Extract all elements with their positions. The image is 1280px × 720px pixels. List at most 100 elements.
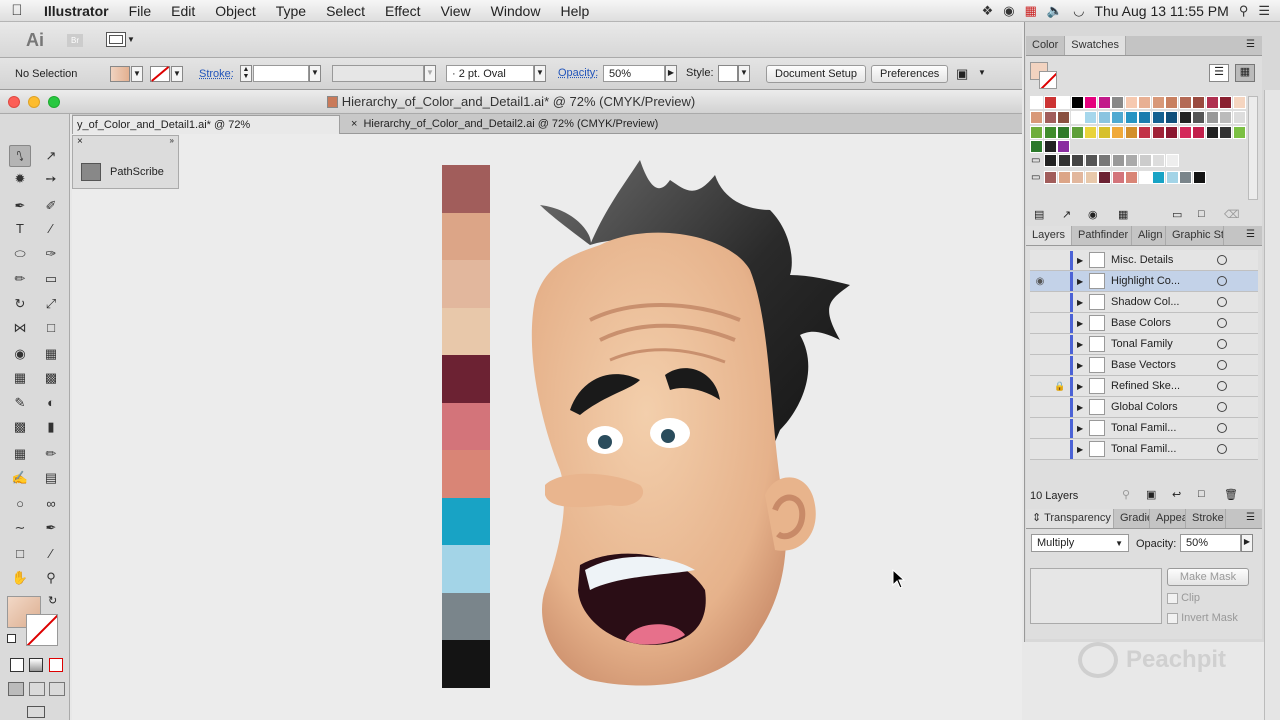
selected-stroke-swatch[interactable] bbox=[1039, 71, 1057, 89]
fill-swatch[interactable] bbox=[110, 66, 130, 82]
swatch[interactable] bbox=[1124, 96, 1138, 109]
swatch[interactable] bbox=[1111, 154, 1125, 167]
symbol-sprayer-tool-icon[interactable]: ▩ bbox=[9, 416, 31, 438]
new-layer-icon[interactable]: □ bbox=[1198, 488, 1205, 500]
invert-mask-box[interactable] bbox=[1167, 612, 1178, 624]
gradient-tool-icon[interactable]: ▩ bbox=[40, 367, 62, 389]
stroke-swatch[interactable] bbox=[150, 66, 170, 82]
shape-builder-tool-icon[interactable]: ◉ bbox=[9, 343, 31, 365]
layer-row[interactable]: ▶ Tonal Famil... bbox=[1030, 418, 1258, 439]
blob-brush-tool-icon[interactable]: ○ bbox=[9, 493, 31, 515]
disclosure-triangle-icon[interactable]: ▶ bbox=[1077, 319, 1089, 328]
disclosure-triangle-icon[interactable]: ▶ bbox=[1077, 277, 1089, 286]
panel-menu-icon[interactable]: ☰ bbox=[1246, 39, 1255, 50]
swatch[interactable] bbox=[1138, 96, 1151, 109]
swatch[interactable] bbox=[1178, 111, 1192, 124]
swatch[interactable] bbox=[1111, 96, 1124, 109]
make-mask-button[interactable]: Make Mask bbox=[1167, 568, 1249, 586]
swatch[interactable] bbox=[1097, 96, 1111, 109]
rotate-tool-icon[interactable]: ↻ bbox=[9, 293, 31, 315]
layer-name[interactable]: Tonal Famil... bbox=[1111, 443, 1211, 455]
layer-row[interactable]: ▶ Misc. Details bbox=[1030, 250, 1258, 271]
pencil-tool-icon[interactable]: ✏ bbox=[9, 268, 31, 290]
panel-menu-icon[interactable]: ☰ bbox=[1246, 229, 1255, 240]
transparency-opacity-arrow[interactable]: ▶ bbox=[1241, 534, 1253, 552]
swatch[interactable] bbox=[1111, 126, 1124, 139]
swap-colors-icon[interactable]: ↻ bbox=[48, 594, 57, 607]
swatches-scrollbar[interactable] bbox=[1248, 96, 1258, 200]
menu-window[interactable]: Window bbox=[481, 0, 551, 22]
target-circle-icon[interactable] bbox=[1217, 360, 1227, 370]
swatch[interactable] bbox=[1138, 154, 1152, 167]
swatch[interactable] bbox=[1219, 111, 1232, 124]
delete-layer-icon[interactable]: 🗑 bbox=[1224, 488, 1238, 501]
opacity-field[interactable]: 50% bbox=[603, 65, 665, 82]
disclosure-triangle-icon[interactable]: ▶ bbox=[1077, 361, 1089, 370]
close-tab-icon[interactable]: × bbox=[351, 118, 357, 130]
stroke-weight-dropdown[interactable]: ▼ bbox=[309, 65, 321, 82]
swatch[interactable] bbox=[1057, 154, 1071, 167]
palette-chip[interactable] bbox=[442, 450, 490, 498]
swatch[interactable] bbox=[1124, 126, 1138, 139]
stroke-weight-field[interactable] bbox=[253, 65, 309, 82]
swatch[interactable] bbox=[1084, 96, 1097, 109]
swatch[interactable] bbox=[1192, 171, 1206, 184]
swatch[interactable] bbox=[1124, 111, 1138, 124]
swatch[interactable] bbox=[1098, 171, 1111, 184]
swatch[interactable] bbox=[1070, 111, 1084, 124]
brush-dropdown[interactable]: ▼ bbox=[534, 65, 546, 82]
disclosure-triangle-icon[interactable]: ▶ bbox=[1077, 340, 1089, 349]
palette-chip[interactable] bbox=[442, 355, 490, 403]
swatch[interactable] bbox=[1070, 126, 1084, 139]
palette-chip[interactable] bbox=[442, 497, 490, 546]
clip-box[interactable] bbox=[1167, 592, 1178, 604]
swatch[interactable] bbox=[1138, 171, 1152, 184]
new-swatch-icon[interactable]: □ bbox=[1198, 208, 1205, 220]
color-group-folder-icon[interactable]: ▭ bbox=[1031, 155, 1040, 166]
draw-inside-icon[interactable] bbox=[49, 682, 65, 696]
swatch-kind-icon[interactable]: ↗ bbox=[1062, 208, 1071, 221]
tab-transparency[interactable]: ⇕ Transparency bbox=[1026, 509, 1114, 528]
swatch[interactable] bbox=[1057, 96, 1070, 109]
disclosure-triangle-icon[interactable]: ▶ bbox=[1077, 298, 1089, 307]
target-circle-icon[interactable] bbox=[1217, 423, 1227, 433]
mesh-tool-icon[interactable]: ▦ bbox=[9, 367, 31, 389]
swatch[interactable] bbox=[1057, 140, 1070, 153]
gradient-mode-icon[interactable] bbox=[29, 658, 43, 672]
swatch[interactable] bbox=[1151, 96, 1165, 109]
swatch[interactable] bbox=[1178, 96, 1192, 109]
variable-width-field[interactable] bbox=[332, 65, 424, 82]
arrange-icon[interactable]: ▣ bbox=[956, 66, 968, 82]
locate-object-icon[interactable]: ⚲ bbox=[1122, 488, 1130, 501]
swatch[interactable] bbox=[1043, 126, 1057, 139]
scale-tool-icon[interactable]: ⤢ bbox=[40, 293, 62, 315]
direct-selection-tool-icon[interactable]: ↗ bbox=[40, 145, 62, 167]
pathscribe-icon[interactable] bbox=[81, 163, 101, 181]
swatch[interactable] bbox=[1165, 126, 1178, 139]
lock-icon[interactable]: 🔒 bbox=[1050, 381, 1070, 392]
menu-type[interactable]: Type bbox=[266, 0, 316, 22]
measure-tool-icon[interactable]: ∕ bbox=[40, 543, 62, 565]
target-circle-icon[interactable] bbox=[1217, 339, 1227, 349]
swatch[interactable] bbox=[1030, 96, 1043, 109]
swatch[interactable] bbox=[1043, 111, 1057, 124]
stroke-label[interactable]: Stroke: bbox=[199, 68, 234, 80]
menu-effect[interactable]: Effect bbox=[375, 0, 431, 22]
list-view-icon[interactable]: ☰ bbox=[1209, 64, 1229, 82]
layer-row[interactable]: ▶ Tonal Famil... bbox=[1030, 439, 1258, 460]
swatch[interactable] bbox=[1071, 171, 1084, 184]
ruler-tool-icon[interactable]: ▤ bbox=[40, 467, 62, 489]
tab-appearance[interactable]: Appea bbox=[1150, 509, 1186, 528]
swatch[interactable] bbox=[1084, 111, 1097, 124]
swatch[interactable] bbox=[1192, 96, 1205, 109]
calendar-icon[interactable]: ▦ bbox=[1025, 3, 1037, 19]
default-colors-icon[interactable] bbox=[7, 634, 16, 643]
swatch[interactable] bbox=[1084, 126, 1097, 139]
menu-edit[interactable]: Edit bbox=[161, 0, 205, 22]
fill-dropdown[interactable]: ▼ bbox=[131, 66, 143, 82]
lasso-tool-icon[interactable]: ➙ bbox=[40, 168, 62, 190]
swatch[interactable] bbox=[1043, 140, 1057, 153]
layer-name[interactable]: Tonal Family bbox=[1111, 338, 1211, 350]
eraser-tool-icon[interactable]: ▭ bbox=[40, 268, 62, 290]
menu-app[interactable]: Illustrator bbox=[34, 0, 119, 22]
